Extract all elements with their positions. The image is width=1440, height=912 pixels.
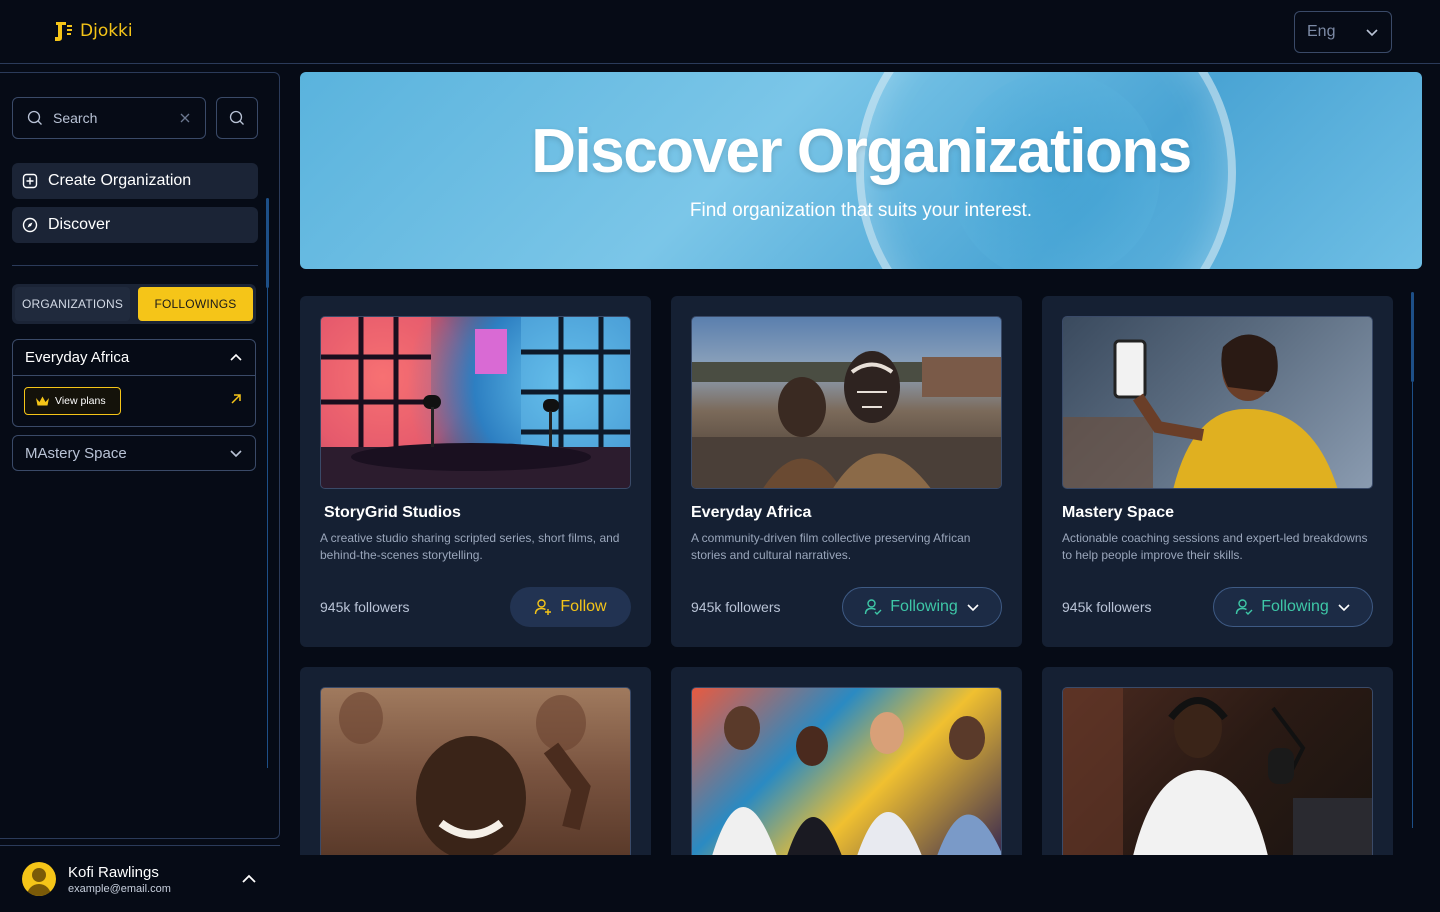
organization-image [1062,316,1373,489]
chevron-down-icon [1366,29,1378,37]
coach-scene-icon [1063,334,1338,488]
chevron-down-icon [967,604,979,612]
organization-image [691,687,1002,855]
chevron-up-icon [230,353,242,361]
search-icon [229,110,244,125]
following-button[interactable]: Following [842,587,1002,627]
followers-count: 945k followers [320,599,410,615]
organization-image [320,316,631,489]
search-icon [27,110,42,125]
organization-card[interactable]: Everyday Africa A community-driven film … [671,296,1022,647]
discover-button[interactable]: Discover [12,207,258,243]
page-title: Discover Organizations [531,117,1192,186]
user-check-icon [1236,599,1253,615]
page-subtitle: Find organization that suits your intere… [689,200,1033,221]
follow-button[interactable]: Follow [510,587,631,627]
language-value: Eng [1307,23,1336,40]
brand-logo[interactable]: Djokki [52,20,133,42]
group-name: MAstery Space [25,444,127,462]
organization-card[interactable]: StoryGrid Studios A creative studio shar… [300,296,651,647]
content-scrollbar-track [1412,382,1413,828]
organization-card[interactable]: Mastery Space Actionable coaching sessio… [1042,296,1393,647]
studio-scene-icon [321,317,630,488]
sidebar-scrollbar-track [267,288,268,768]
crown-icon [36,396,49,406]
following-label: Following [1261,598,1329,615]
content-scrollbar-thumb[interactable] [1411,292,1414,382]
followers-count: 945k followers [1062,599,1152,615]
following-label: Following [890,598,958,615]
search-input[interactable]: Search [12,97,206,139]
user-info: Kofi Rawlings example@email.com [68,864,228,895]
group-mastery-space[interactable]: MAstery Space [12,435,256,471]
avatar [22,862,56,896]
organization-name: Mastery Space [1062,504,1175,521]
tab-organizations[interactable]: ORGANIZATIONS [15,287,130,321]
organization-image [691,316,1002,489]
organization-image [1062,687,1373,855]
language-select[interactable]: Eng [1294,11,1392,53]
compass-icon [22,217,38,233]
hero-banner: Discover Organizations Find organization… [300,72,1422,269]
view-plans-button[interactable]: View plans [24,387,121,415]
top-bar: Djokki Eng [0,0,1440,64]
search-button[interactable] [216,97,258,139]
sidebar-divider [12,265,258,266]
create-organization-button[interactable]: Create Organization [12,163,258,199]
user-email: example@email.com [68,882,171,895]
followers-count: 945k followers [691,599,781,615]
chevron-up-icon[interactable] [240,870,258,888]
create-organization-label: Create Organization [48,172,192,189]
discover-label: Discover [48,216,111,233]
sidebar-scrollbar-thumb[interactable] [266,198,269,288]
user-plus-icon [535,599,552,615]
organization-name: StoryGrid Studios [324,504,461,521]
child-portrait-icon [339,692,591,855]
group-body: View plans [13,376,255,426]
user-check-icon [865,599,882,615]
tab-followings[interactable]: FOLLOWINGS [138,287,253,321]
djokki-logo-icon [55,22,72,41]
organization-description: A community-driven film collective prese… [691,531,971,562]
following-button[interactable]: Following [1213,587,1373,627]
group-header[interactable]: Everyday Africa [13,340,255,376]
group-everyday-africa: Everyday Africa View plans [12,339,256,427]
view-plans-label: View plans [55,395,106,407]
friends-mural-icon [712,706,1001,855]
follow-label: Follow [560,598,607,615]
search-placeholder: Search [53,110,98,126]
brand-name: Djokki [80,21,133,41]
portrait-scene-icon [692,351,1001,488]
user-profile[interactable]: Kofi Rawlings example@email.com [0,845,280,912]
group-name: Everyday Africa [25,349,130,366]
organization-card[interactable] [671,667,1022,855]
clear-icon[interactable] [179,112,191,124]
chevron-down-icon [1338,604,1350,612]
organization-card[interactable] [300,667,651,855]
organization-name: Everyday Africa [691,504,812,521]
sidebar-tabs: ORGANIZATIONS FOLLOWINGS [12,284,256,324]
organization-image [320,687,631,855]
user-name: Kofi Rawlings [68,863,159,881]
podcast-scene-icon [1063,688,1372,855]
arrow-up-right-icon[interactable] [229,392,243,406]
organization-card[interactable] [1042,667,1393,855]
plus-square-icon [22,173,38,189]
sidebar: Search Create Organization Discover ORGA… [0,72,280,896]
organization-description: A creative studio sharing scripted serie… [320,531,620,562]
organization-description: Actionable coaching sessions and expert-… [1062,531,1368,562]
chevron-down-icon [230,450,242,458]
